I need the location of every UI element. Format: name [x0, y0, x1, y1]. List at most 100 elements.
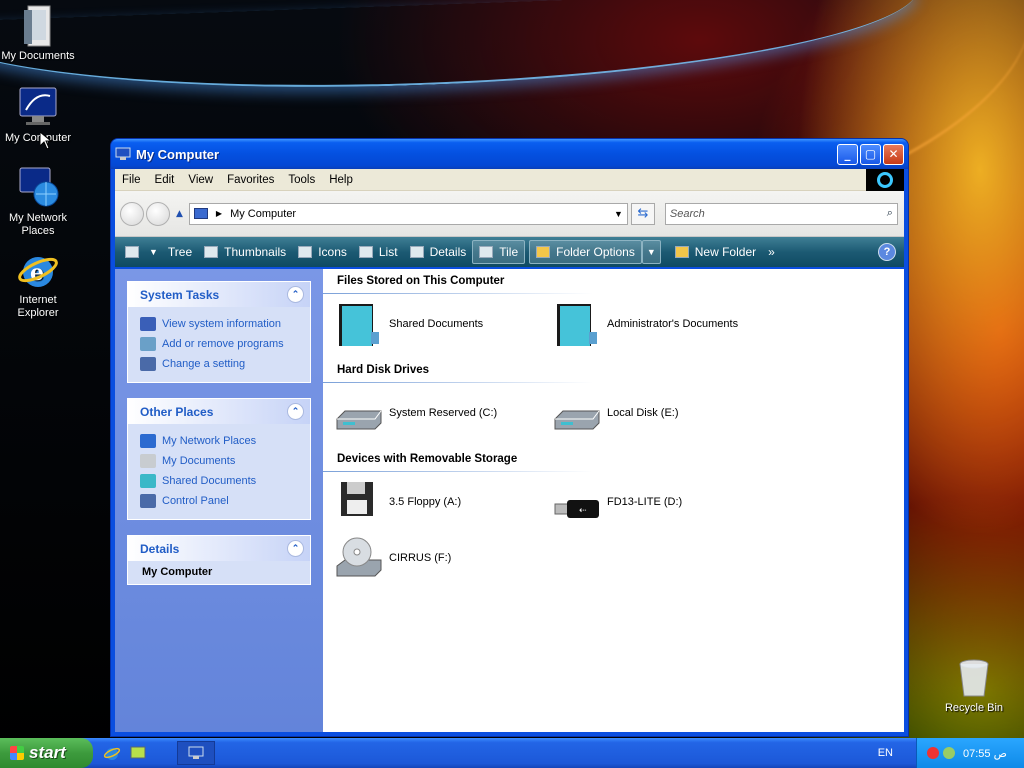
file-view: Files Stored on This Computer Shared Doc…	[323, 269, 904, 732]
menu-favorites[interactable]: Favorites	[220, 174, 281, 186]
item-cirrus-f[interactable]: CIRRUS (F:)	[335, 530, 553, 586]
address-value: My Computer	[230, 207, 297, 220]
start-label: start	[29, 743, 66, 762]
forward-button[interactable]	[146, 201, 170, 226]
tree-button[interactable]: ▼ Tree	[119, 240, 198, 264]
panel-title: Details	[140, 541, 180, 556]
icons-button[interactable]: Icons	[292, 240, 353, 264]
other-places-panel: Other Places ⌃ My Network Places My Docu…	[127, 398, 311, 520]
throbber-ring-icon	[877, 172, 893, 188]
tree-label: Tree	[167, 245, 193, 259]
floppy-disk-icon	[335, 478, 383, 526]
shared-folder-icon	[140, 474, 156, 488]
collapse-chevron-icon[interactable]: ⌃	[287, 286, 304, 303]
item-system-reserved-c[interactable]: System Reserved (C:)	[335, 385, 553, 441]
address-bar-row: ▲ ▶ My Computer ▼ ⇆ Search ⌕	[115, 191, 904, 237]
desktop-icon-my-computer[interactable]: My Computer	[0, 86, 76, 145]
menu-help[interactable]: Help	[322, 174, 360, 186]
item-label: CIRRUS (F:)	[389, 552, 452, 564]
tree-view-icon	[125, 246, 139, 258]
item-fd13-lite-d[interactable]: ⇠ FD13-LITE (D:)	[553, 474, 771, 530]
place-control-panel[interactable]: Control Panel	[140, 491, 310, 511]
task-label: Add or remove programs	[162, 338, 284, 350]
up-arrow-icon[interactable]: ▲	[176, 209, 183, 219]
desktop-icon-my-documents[interactable]: My Documents	[0, 4, 76, 63]
control-panel-icon	[140, 357, 156, 371]
internet-explorer-quicklaunch-icon[interactable]	[103, 744, 121, 762]
details-button[interactable]: Details	[404, 240, 473, 264]
list-button[interactable]: List	[353, 240, 404, 264]
close-button[interactable]: ✕	[883, 143, 904, 165]
refresh-button[interactable]: ⇆	[630, 202, 655, 225]
thumbnails-button[interactable]: Thumbnails	[198, 240, 292, 264]
maximize-button[interactable]: ▢	[860, 143, 881, 165]
group-divider	[323, 382, 593, 383]
new-folder-button[interactable]: New Folder	[669, 240, 762, 264]
item-label: FD13-LITE (D:)	[607, 496, 683, 508]
desktop-icon-recycle-bin[interactable]: Recycle Bin	[936, 656, 1012, 715]
thumbnails-label: Thumbnails	[224, 245, 287, 259]
item-label: 3.5 Floppy (A:)	[389, 496, 462, 508]
place-label: My Documents	[162, 455, 236, 467]
dropdown-arrow-icon[interactable]: ▼	[614, 209, 623, 219]
tile-button[interactable]: Tile	[472, 240, 526, 264]
item-floppy-a[interactable]: 3.5 Floppy (A:)	[335, 474, 553, 530]
task-add-remove-programs[interactable]: Add or remove programs	[140, 334, 310, 354]
taskbar-my-computer[interactable]	[177, 741, 215, 765]
windows-throbber	[866, 169, 904, 191]
item-shared-documents[interactable]: Shared Documents	[335, 296, 553, 352]
collapse-chevron-icon[interactable]: ⌃	[287, 540, 304, 557]
icons-label: Icons	[318, 245, 347, 259]
network-icon	[140, 434, 156, 448]
tile-view-icon	[479, 246, 494, 258]
desktop-icon-internet-explorer[interactable]: e Internet Explorer	[0, 248, 76, 320]
title-bar[interactable]: My Computer _ ▢ ✕	[111, 139, 908, 169]
details-label: Details	[429, 245, 467, 259]
panel-title: Other Places	[140, 404, 214, 419]
system-tasks-header[interactable]: System Tasks ⌃	[128, 282, 310, 307]
address-field[interactable]: ▶ My Computer ▼	[188, 202, 628, 225]
other-places-header[interactable]: Other Places ⌃	[128, 399, 310, 424]
monitor-icon	[188, 746, 204, 759]
security-alert-icon[interactable]	[927, 747, 939, 759]
menu-edit[interactable]: Edit	[148, 174, 182, 186]
minimize-button[interactable]: _	[837, 143, 858, 165]
search-icon[interactable]: ⌕	[887, 207, 893, 220]
details-header[interactable]: Details ⌃	[128, 536, 310, 561]
menu-view[interactable]: View	[181, 174, 220, 186]
more-label: »	[768, 245, 775, 259]
search-input[interactable]: Search ⌕	[664, 202, 898, 225]
chevron-down-icon[interactable]: ▼	[149, 247, 158, 257]
menu-tools[interactable]: Tools	[281, 174, 322, 186]
refresh-icon: ⇆	[637, 206, 649, 221]
menu-file[interactable]: File	[115, 174, 148, 186]
place-my-network-places[interactable]: My Network Places	[140, 431, 310, 451]
help-button[interactable]: ?	[878, 243, 896, 261]
task-view-system-info[interactable]: View system information	[140, 314, 310, 334]
item-local-disk-e[interactable]: Local Disk (E:)	[553, 385, 771, 441]
network-places-icon	[16, 166, 60, 210]
show-desktop-icon[interactable]	[129, 744, 147, 762]
task-change-setting[interactable]: Change a setting	[140, 354, 310, 374]
network-status-icon[interactable]	[943, 747, 955, 759]
window-title: My Computer	[136, 146, 220, 162]
back-button[interactable]	[120, 201, 144, 226]
folder-options-dropdown[interactable]: ▼	[641, 240, 661, 264]
maximize-icon: ▢	[864, 147, 877, 161]
breadcrumb-arrow-icon: ▶	[215, 209, 223, 218]
more-button[interactable]: »	[762, 240, 781, 264]
place-label: Control Panel	[162, 495, 229, 507]
start-button[interactable]: start	[0, 738, 93, 768]
item-administrators-documents[interactable]: Administrator's Documents	[553, 296, 771, 352]
place-my-documents[interactable]: My Documents	[140, 451, 310, 471]
collapse-chevron-icon[interactable]: ⌃	[287, 403, 304, 420]
desktop-icon-label: My Computer	[4, 132, 72, 144]
desktop-icon-my-network-places[interactable]: My Network Places	[0, 166, 76, 238]
folder-options-button[interactable]: Folder Options	[529, 240, 642, 264]
item-label: Shared Documents	[389, 318, 484, 330]
windows-logo-icon	[10, 746, 24, 760]
place-shared-documents[interactable]: Shared Documents	[140, 471, 310, 491]
item-label: Administrator's Documents	[607, 318, 739, 330]
clock[interactable]: 07:55 ص	[963, 747, 1007, 760]
language-indicator[interactable]: EN	[878, 747, 893, 759]
